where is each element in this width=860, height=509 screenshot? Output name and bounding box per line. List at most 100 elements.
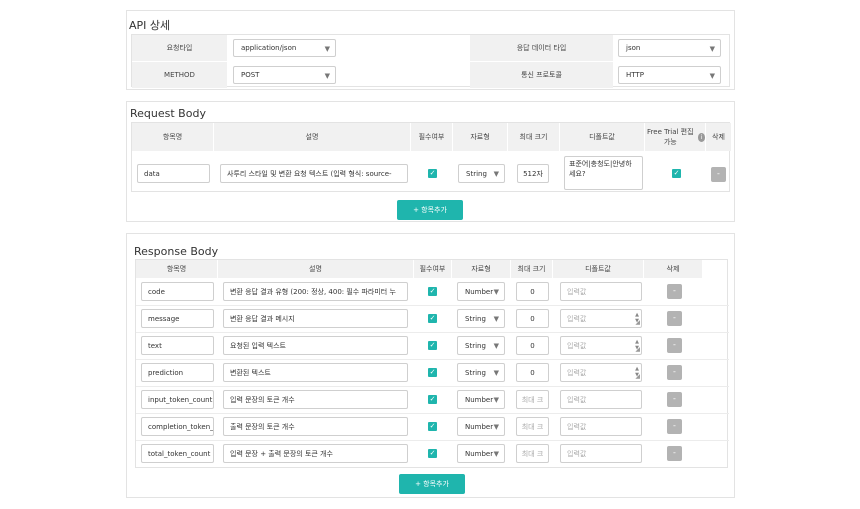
res-delete-button[interactable]: - — [667, 338, 682, 353]
info-icon[interactable]: i — [697, 132, 705, 142]
res-max-input[interactable]: 최대 크 — [516, 444, 549, 463]
res-name-input[interactable]: text — [141, 336, 214, 355]
req-free-trial-checkbox[interactable]: ✓ — [672, 169, 681, 178]
resize-grip-icon[interactable]: ◢ — [635, 346, 640, 353]
res-max-input[interactable]: 0 — [516, 309, 549, 328]
res-desc-input[interactable]: 요청된 입력 텍스트 — [223, 336, 408, 355]
chevron-down-icon: ▼ — [493, 369, 499, 377]
res-name-input[interactable]: code — [141, 282, 214, 301]
res-required-checkbox[interactable]: ✓ — [428, 287, 437, 296]
row-divider — [136, 386, 729, 387]
res-default-input[interactable]: 입력값 — [560, 444, 642, 463]
request-type-label: 요청타입 — [132, 35, 227, 61]
res-type-value: String — [465, 368, 486, 377]
res-delete-button[interactable]: - — [667, 311, 682, 326]
row-divider — [136, 359, 729, 360]
res-name-input[interactable]: input_token_count — [141, 390, 214, 409]
res-required-checkbox[interactable]: ✓ — [428, 314, 437, 323]
res-delete-button[interactable]: - — [667, 446, 682, 461]
req-delete-button[interactable]: - — [711, 167, 726, 182]
request-body-panel: Request Body 항목명 설명 필수여부 자료형 최대 크기 디폴트값 … — [126, 101, 735, 222]
resize-grip-icon[interactable]: ◢ — [635, 319, 640, 326]
res-desc-input[interactable]: 변환된 텍스트 — [223, 363, 408, 382]
res-max-input[interactable]: 최대 크 — [516, 390, 549, 409]
api-detail-panel: API 상세 요청타입 application/json ▼ 응답 데이터 타입 … — [126, 10, 735, 90]
res-required-checkbox[interactable]: ✓ — [428, 449, 437, 458]
res-required-checkbox[interactable]: ✓ — [428, 341, 437, 350]
res-type-select[interactable]: Number ▼ — [457, 444, 505, 463]
col-header-delete: 삭제 — [706, 123, 731, 151]
res-max-input[interactable]: 0 — [516, 363, 549, 382]
res-required-checkbox[interactable]: ✓ — [428, 422, 437, 431]
res-delete-button[interactable]: - — [667, 419, 682, 434]
chevron-down-icon: ▼ — [709, 72, 715, 80]
response-type-select[interactable]: json ▼ — [618, 39, 721, 57]
res-type-select[interactable]: String ▼ — [457, 363, 505, 382]
protocol-value: HTTP — [626, 71, 644, 79]
req-add-item-button[interactable]: + 항목추가 — [397, 200, 463, 220]
res-desc-input[interactable]: 입력 문장의 토큰 개수 — [223, 390, 408, 409]
res-desc-input[interactable]: 입력 문장 + 출력 문장의 토큰 개수 — [223, 444, 408, 463]
res-name-input[interactable]: completion_token_ — [141, 417, 214, 436]
res-default-placeholder: 입력값 — [567, 395, 587, 404]
col-header-name: 항목명 — [132, 123, 214, 151]
res-default-input[interactable]: 입력값 — [560, 390, 642, 409]
req-type-select[interactable]: String ▼ — [458, 164, 505, 183]
res-type-select[interactable]: Number ▼ — [457, 390, 505, 409]
response-table: 항목명 설명 필수여부 자료형 최대 크기 디폴트값 삭제 code 변환 응답 … — [135, 259, 729, 468]
req-name-input[interactable]: data — [137, 164, 210, 183]
res-max-input[interactable]: 최대 크 — [516, 417, 549, 436]
response-body-title: Response Body — [134, 245, 219, 258]
api-detail-title: API 상세 — [129, 19, 171, 32]
protocol-select[interactable]: HTTP ▼ — [618, 66, 721, 84]
res-default-input[interactable]: 입력값 ▲ ▼ ◢ — [560, 309, 642, 328]
res-default-input[interactable]: 입력값 — [560, 282, 642, 301]
res-default-placeholder: 입력값 — [567, 449, 587, 458]
protocol-label: 통신 프로토콜 — [470, 62, 613, 88]
col-header-max: 최대 크기 — [508, 123, 560, 151]
res-desc-input[interactable]: 출력 문장의 토큰 개수 — [223, 417, 408, 436]
res-desc-input[interactable]: 변환 응답 결과 유형 (200: 정상, 400: 필수 파라미터 누 — [223, 282, 408, 301]
res-add-item-button[interactable]: + 항목추가 — [399, 474, 465, 494]
method-select[interactable]: POST ▼ — [233, 66, 336, 84]
res-type-select[interactable]: String ▼ — [457, 309, 505, 328]
res-delete-button[interactable]: - — [667, 392, 682, 407]
res-delete-button[interactable]: - — [667, 365, 682, 380]
response-type-label: 응답 데이터 타입 — [470, 35, 613, 61]
request-type-select[interactable]: application/json ▼ — [233, 39, 336, 57]
res-name-input[interactable]: prediction — [141, 363, 214, 382]
res-max-input[interactable]: 0 — [516, 282, 549, 301]
chevron-down-icon: ▼ — [324, 72, 330, 80]
chevron-down-icon: ▼ — [493, 396, 499, 404]
chevron-down-icon: ▼ — [493, 450, 499, 458]
request-table: 항목명 설명 필수여부 자료형 최대 크기 디폴트값 Free Trial 편집… — [131, 122, 731, 192]
res-required-checkbox[interactable]: ✓ — [428, 368, 437, 377]
res-type-value: Number — [465, 422, 494, 431]
res-default-input[interactable]: 입력값 — [560, 417, 642, 436]
col-header-name: 항목명 — [136, 260, 218, 278]
req-desc-input[interactable]: 사투리 스타일 및 변환 요청 텍스트 (입력 형식: source- — [220, 164, 408, 183]
res-type-select[interactable]: Number ▼ — [457, 282, 505, 301]
res-default-placeholder: 입력값 — [567, 368, 587, 377]
res-desc-input[interactable]: 변환 응답 결과 메시지 — [223, 309, 408, 328]
res-max-input[interactable]: 0 — [516, 336, 549, 355]
res-required-checkbox[interactable]: ✓ — [428, 395, 437, 404]
req-default-textarea[interactable]: 표준어|충청도|안녕하세요? — [564, 156, 643, 190]
res-type-value: Number — [465, 449, 494, 458]
chevron-down-icon: ▼ — [709, 45, 715, 53]
req-required-checkbox[interactable]: ✓ — [428, 169, 437, 178]
res-type-select[interactable]: String ▼ — [457, 336, 505, 355]
res-delete-button[interactable]: - — [667, 284, 682, 299]
method-value: POST — [241, 71, 260, 79]
res-name-input[interactable]: message — [141, 309, 214, 328]
req-max-input[interactable]: 512자 — [517, 164, 549, 183]
req-type-value: String — [466, 169, 487, 178]
res-default-input[interactable]: 입력값 ▲ ▼ ◢ — [560, 336, 642, 355]
res-type-select[interactable]: Number ▼ — [457, 417, 505, 436]
res-default-placeholder: 입력값 — [567, 341, 587, 350]
row-divider — [136, 305, 729, 306]
col-header-type: 자료형 — [453, 123, 508, 151]
res-name-input[interactable]: total_token_count — [141, 444, 214, 463]
res-default-input[interactable]: 입력값 ▲ ▼ ◢ — [560, 363, 642, 382]
resize-grip-icon[interactable]: ◢ — [635, 373, 640, 380]
